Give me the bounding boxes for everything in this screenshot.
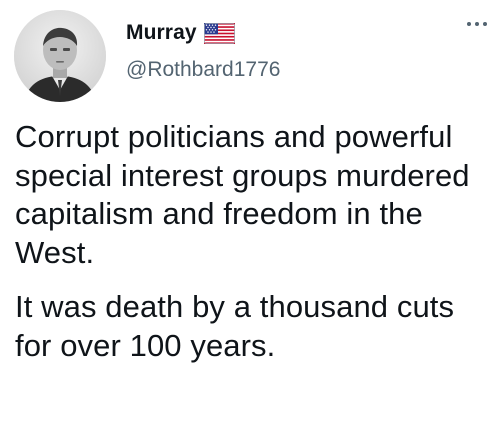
more-horizontal-icon[interactable]	[460, 14, 494, 34]
user-handle[interactable]: @Rothbard1776	[126, 58, 280, 82]
display-name[interactable]: Murray	[126, 21, 197, 45]
profile-photo	[14, 10, 106, 102]
us-flag-icon	[203, 22, 235, 44]
tweet-card: Murray @Rothbard1776 Corrupt politicians…	[0, 0, 500, 426]
avatar[interactable]	[14, 10, 106, 102]
tweet-paragraph: It was death by a thousand cuts for over…	[15, 289, 455, 363]
tweet-paragraph: Corrupt politicians and powerful special…	[15, 119, 470, 270]
author-name-row[interactable]: Murray	[126, 18, 235, 48]
tweet-text: Corrupt politicians and powerful special…	[15, 118, 495, 365]
